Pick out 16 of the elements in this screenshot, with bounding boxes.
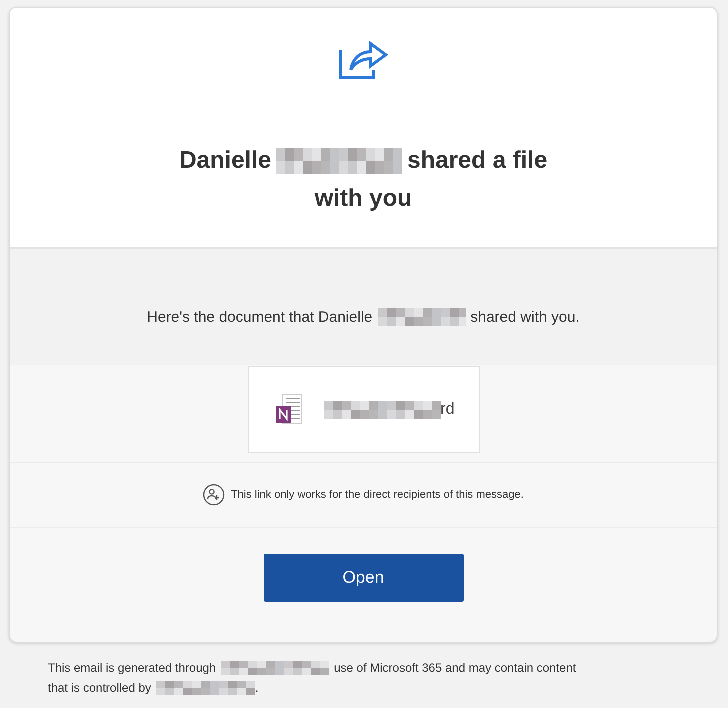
footer-text: use of Microsoft 365 and may contain content (334, 660, 576, 677)
notebook-icon (274, 394, 302, 426)
people-icon (203, 484, 226, 506)
footer-text: This email is generated through (48, 660, 216, 677)
message-text: shared with you. (470, 308, 580, 326)
message-text: Here's the document that Danielle (147, 308, 373, 326)
footer-text: . (255, 680, 259, 697)
open-button[interactable]: Open (264, 554, 464, 602)
file-card[interactable]: rd (248, 366, 480, 453)
heading-text: with you (314, 184, 412, 214)
heading-text: shared a file (407, 146, 548, 176)
heading-text: Danielle (179, 146, 272, 176)
share-icon (338, 40, 388, 80)
file-name: rd (440, 400, 455, 418)
notice-text: This link only works for the direct recipients of this message. (231, 489, 524, 501)
footer-text: that is controlled by (48, 680, 152, 697)
